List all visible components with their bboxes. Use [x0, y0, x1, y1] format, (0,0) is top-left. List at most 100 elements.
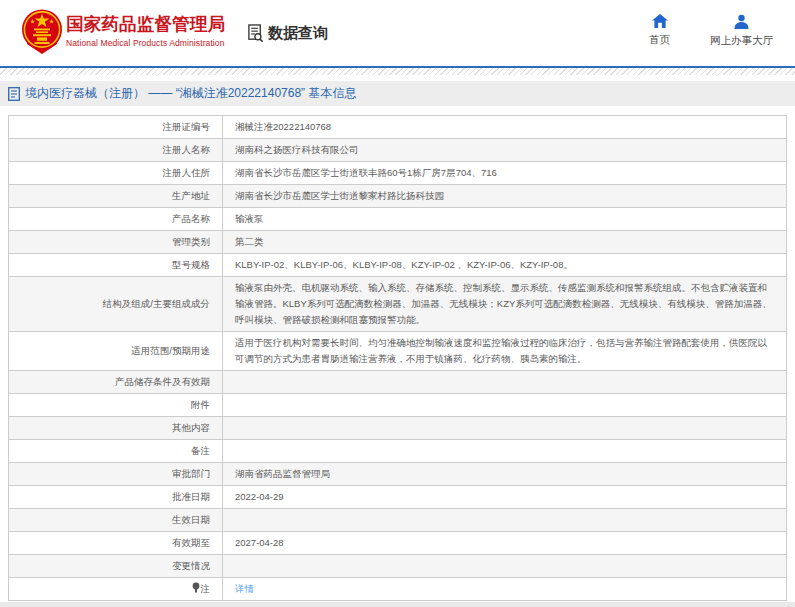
field-value: 湖南省长沙市岳麓区学士街道黎家村路比扬科技园: [223, 185, 787, 208]
field-value: 第二类: [223, 231, 787, 254]
content: 注册证编号湘械注准20222140768注册人名称湖南科之扬医疗科技有限公司注册…: [0, 106, 795, 601]
table-row: 附件: [9, 394, 787, 417]
field-label: 其他内容: [9, 417, 223, 440]
field-label-text: 型号规格: [172, 259, 210, 270]
table-row: 变更情况: [9, 555, 787, 578]
field-label: 批准日期: [9, 486, 223, 509]
field-label: 备注: [9, 440, 223, 463]
table-row: 产品储存条件及有效期: [9, 371, 787, 394]
data-query-section[interactable]: 数据查询: [247, 24, 328, 43]
data-query-label: 数据查询: [268, 24, 328, 43]
field-value: 适用于医疗机构对需要长时间、均匀准确地控制输液速度和监控输液过程的临床治疗，包括…: [223, 332, 787, 371]
user-icon: [734, 14, 749, 29]
field-label: 结构及组成/主要组成成分: [9, 277, 223, 332]
field-value: 湖南科之扬医疗科技有限公司: [223, 139, 787, 162]
document-icon: [8, 87, 20, 101]
table-row: 注册人名称 湖南科之扬医疗科技有限公司: [9, 139, 787, 162]
field-value: 湖南省长沙市岳麓区学士街道联丰路60号1栋厂房7层704、716: [223, 162, 787, 185]
field-label: 型号规格: [9, 254, 223, 277]
field-label: 审批部门: [9, 463, 223, 486]
table-row: 结构及组成/主要组成成分 输液泵由外壳、电机驱动系统、输入系统、存储系统、控制系统…: [9, 277, 787, 332]
field-label-text: 产品储存条件及有效期: [115, 376, 210, 387]
field-label: 适用范围/预期用途: [9, 332, 223, 371]
field-value: KLBY-IP-02、KLBY-IP-06、KLBY-IP-08、KZY-IP-…: [223, 254, 787, 277]
table-row: 批准日期 2022-04-29: [9, 486, 787, 509]
field-value: 湘械注准20222140768: [223, 116, 787, 139]
nav-home-label: 首页: [649, 33, 670, 47]
field-label-text: 附件: [191, 399, 210, 410]
nav-home[interactable]: 首页: [649, 14, 670, 48]
detail-link[interactable]: 详情: [235, 583, 254, 594]
field-label: 生产地址: [9, 185, 223, 208]
bottom-strip: [0, 602, 795, 607]
field-label-text: 生效日期: [172, 514, 210, 525]
field-value: 湖南省药品监督管理局: [223, 463, 787, 486]
field-label-text: 生产地址: [172, 190, 210, 201]
field-label-text: 注册证编号: [163, 121, 211, 132]
field-label-text: 管理类别: [172, 236, 210, 247]
data-query-icon: [247, 24, 265, 43]
page: 国家药品监督管理局 National Medical Products Admi…: [0, 0, 795, 607]
nav-online-hall-label: 网上办事大厅: [710, 34, 773, 48]
note-icon: [192, 582, 200, 593]
info-table-body: 注册证编号湘械注准20222140768注册人名称湖南科之扬医疗科技有限公司注册…: [9, 116, 787, 601]
field-label: 注册人名称: [9, 139, 223, 162]
table-row: 型号规格 KLBY-IP-02、KLBY-IP-06、KLBY-IP-08、KZY…: [9, 254, 787, 277]
field-value: 输液泵: [223, 208, 787, 231]
field-label: 附件: [9, 394, 223, 417]
page-title: 境内医疗器械（注册） —— “湘械注准20222140768” 基本信息: [25, 85, 356, 102]
field-label: 注册证编号: [9, 116, 223, 139]
field-label-text: 注册人名称: [163, 144, 211, 155]
field-label-text: 审批部门: [172, 468, 210, 479]
table-row: 适用范围/预期用途 适用于医疗机构对需要长时间、均匀准确地控制输液速度和监控输液过…: [9, 332, 787, 371]
info-table: 注册证编号湘械注准20222140768注册人名称湖南科之扬医疗科技有限公司注册…: [8, 115, 787, 601]
table-row: 注册证编号 湘械注准20222140768: [9, 116, 787, 139]
field-value: 详情: [223, 578, 787, 601]
table-row: 生产地址 湖南省长沙市岳麓区学士街道黎家村路比扬科技园: [9, 185, 787, 208]
nav-online-hall[interactable]: 网上办事大厅: [710, 14, 773, 48]
field-value: [223, 509, 787, 532]
field-label: 注册人住所: [9, 162, 223, 185]
field-label-text: 结构及组成/主要组成成分: [103, 298, 210, 309]
field-value: 2022-04-29: [223, 486, 787, 509]
field-label: 产品名称: [9, 208, 223, 231]
agency-title-block: 国家药品监督管理局 National Medical Products Admi…: [66, 14, 225, 48]
table-row: 管理类别 第二类: [9, 231, 787, 254]
table-row: 生效日期: [9, 509, 787, 532]
agency-name-cn: 国家药品监督管理局: [66, 14, 225, 35]
table-row: 审批部门 湖南省药品监督管理局: [9, 463, 787, 486]
table-row: 产品名称 输液泵: [9, 208, 787, 231]
field-label-text: 变更情况: [172, 560, 210, 571]
field-value: 2027-04-28: [223, 532, 787, 555]
field-label: 生效日期: [9, 509, 223, 532]
field-label: 注: [9, 578, 223, 601]
field-label-text: 适用范围/预期用途: [131, 345, 210, 356]
table-row: 其他内容: [9, 417, 787, 440]
field-label-text: 其他内容: [172, 422, 210, 433]
field-value: [223, 555, 787, 578]
field-label-text: 产品名称: [172, 213, 210, 224]
field-label-text: 注册人住所: [163, 167, 211, 178]
field-label-text: 批准日期: [172, 491, 210, 502]
field-value: [223, 417, 787, 440]
home-icon: [652, 14, 668, 28]
field-value: [223, 371, 787, 394]
field-value: [223, 440, 787, 463]
table-row: 注 详情: [9, 578, 787, 601]
table-row: 有效期至 2027-04-28: [9, 532, 787, 555]
table-row: 备注: [9, 440, 787, 463]
field-value: [223, 394, 787, 417]
header-nav: 首页 网上办事大厅: [649, 14, 773, 48]
field-label: 变更情况: [9, 555, 223, 578]
header: 国家药品监督管理局 National Medical Products Admi…: [0, 0, 795, 66]
field-label-text: 注: [201, 583, 211, 594]
field-label: 管理类别: [9, 231, 223, 254]
page-title-bar: 境内医疗器械（注册） —— “湘械注准20222140768” 基本信息: [0, 81, 795, 106]
agency-name-en: National Medical Products Administration: [66, 38, 225, 48]
hatch-stripe: [0, 68, 795, 75]
field-value: 输液泵由外壳、电机驱动系统、输入系统、存储系统、控制系统、显示系统、传感监测系统…: [223, 277, 787, 332]
field-label-text: 有效期至: [172, 537, 210, 548]
field-label: 产品储存条件及有效期: [9, 371, 223, 394]
field-label-text: 备注: [191, 445, 210, 456]
national-emblem-logo: [21, 8, 63, 54]
